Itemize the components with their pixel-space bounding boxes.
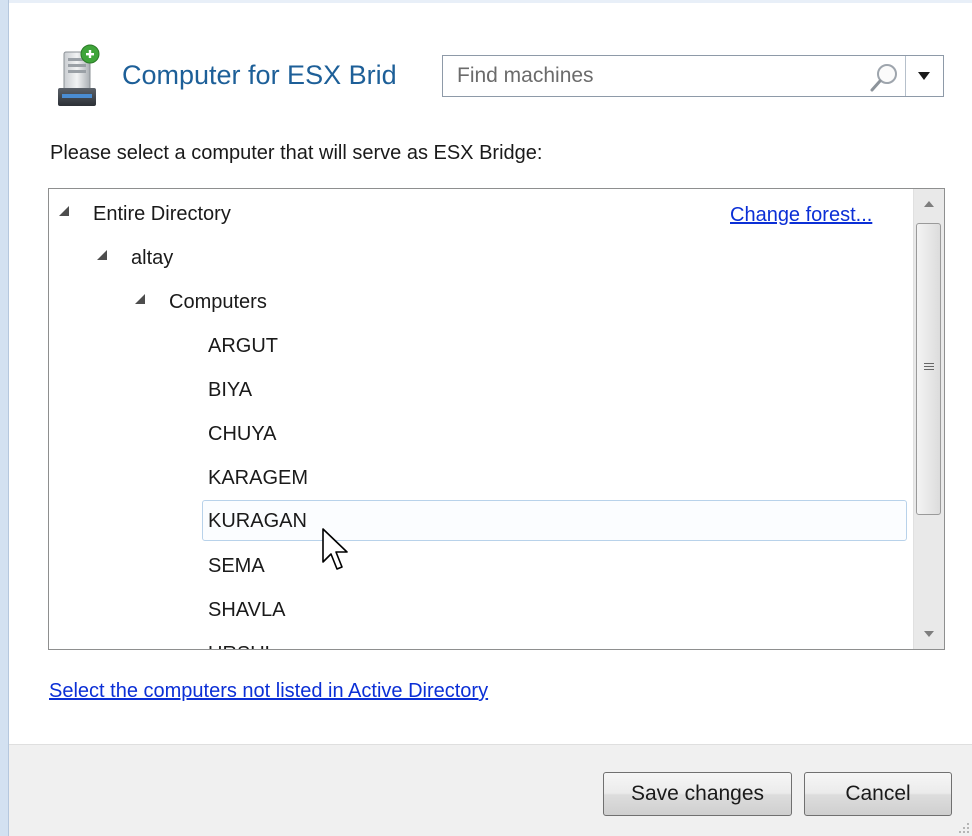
tree-node-computer[interactable]: URSUL — [208, 633, 276, 649]
search-box[interactable] — [442, 55, 944, 97]
vertical-scrollbar[interactable] — [913, 189, 944, 649]
tree-node-computer[interactable]: KARAGEM — [208, 457, 308, 499]
tree-node-computers[interactable]: Computers — [169, 281, 267, 323]
scroll-down-button[interactable] — [914, 618, 944, 649]
chevron-down-icon — [918, 72, 930, 80]
tree-node-computer-hovered[interactable]: KURAGAN — [208, 500, 307, 542]
save-changes-button[interactable]: Save changes — [603, 772, 792, 816]
tree-node-computer[interactable]: SEMA — [208, 545, 265, 587]
cancel-button[interactable]: Cancel — [804, 772, 952, 816]
search-input[interactable] — [443, 56, 877, 96]
hover-highlight — [202, 500, 907, 541]
search-icon[interactable] — [867, 61, 901, 95]
not-listed-computers-link[interactable]: Select the computers not listed in Activ… — [49, 680, 488, 703]
selection-prompt: Please select a computer that will serve… — [50, 142, 543, 164]
tree-node-computer[interactable]: CHUYA — [208, 413, 277, 455]
tree-node-root[interactable]: Entire Directory — [93, 193, 231, 235]
grip-line — [924, 369, 934, 370]
window-frame-top — [9, 0, 972, 3]
grip-line — [924, 363, 934, 364]
expand-collapse-icon[interactable] — [59, 206, 69, 216]
computer-tree[interactable]: Change forest... Entire Directory altay … — [48, 188, 945, 650]
mouse-cursor-icon — [322, 528, 348, 570]
arrow-up-icon — [924, 201, 934, 207]
change-forest-link[interactable]: Change forest... — [730, 194, 872, 236]
window-title: Computer for ESX Brid — [122, 60, 397, 90]
search-dropdown-button[interactable] — [906, 56, 943, 96]
resize-grip-icon[interactable] — [958, 822, 970, 834]
dialog-footer: Save changes Cancel — [9, 744, 972, 836]
window-frame-left — [0, 0, 9, 836]
tree-node-computer[interactable]: ARGUT — [208, 325, 278, 367]
grip-line — [924, 366, 934, 367]
arrow-down-icon — [924, 631, 934, 637]
tree-node-domain[interactable]: altay — [131, 237, 173, 279]
server-add-icon — [58, 44, 100, 106]
tree-node-computer[interactable]: SHAVLA — [208, 589, 285, 631]
expand-collapse-icon[interactable] — [97, 250, 107, 260]
scroll-up-button[interactable] — [914, 189, 944, 220]
scroll-thumb[interactable] — [916, 223, 941, 515]
expand-collapse-icon[interactable] — [135, 294, 145, 304]
tree-node-computer[interactable]: BIYA — [208, 369, 252, 411]
